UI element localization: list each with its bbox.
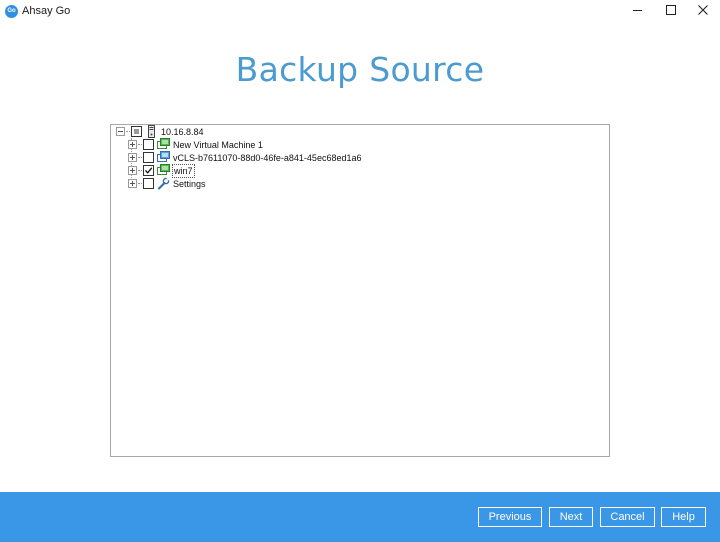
help-button[interactable]: Help [661, 507, 706, 527]
maximize-icon [666, 5, 676, 15]
page-title: Backup Source [235, 50, 485, 89]
expand-toggle[interactable] [128, 140, 137, 149]
previous-button[interactable]: Previous [478, 507, 542, 527]
settings-checkbox[interactable] [143, 178, 154, 189]
close-button[interactable] [686, 0, 720, 20]
footer-bar: Previous Next Cancel Help [0, 492, 720, 542]
server-icon [148, 125, 155, 138]
cancel-button[interactable]: Cancel [600, 507, 655, 527]
tree-node-root[interactable]: 10.16.8.84 [116, 125, 204, 138]
checkmark-icon [145, 167, 153, 174]
tree-node-vm[interactable]: win7 [128, 163, 195, 178]
tree-node-label: win7 [172, 163, 195, 178]
title-bar: Go Ahsay Go [0, 0, 720, 22]
maximize-button[interactable] [654, 0, 688, 20]
close-icon [698, 5, 708, 15]
vm-green-icon [157, 164, 170, 175]
wrench-icon [158, 177, 170, 190]
vm-checkbox[interactable] [143, 152, 154, 163]
app-title: Ahsay Go [22, 5, 71, 17]
tree-node-vm[interactable]: vCLS-b7611070-88d0-46fe-a841-45ec68ed1a6 [128, 151, 361, 164]
next-button[interactable]: Next [549, 507, 593, 527]
app-logo-icon: Go [5, 5, 18, 18]
minimize-button[interactable] [620, 0, 654, 20]
vm-checkbox[interactable] [143, 139, 154, 150]
minimize-icon [632, 9, 642, 11]
app-window: Go Ahsay Go Backup Source 10.16.8.84 New… [0, 0, 720, 542]
expand-toggle[interactable] [128, 179, 137, 188]
collapse-toggle[interactable] [116, 127, 125, 136]
vm-green-icon [157, 138, 170, 149]
tree-node-settings[interactable]: Settings [128, 177, 206, 190]
tree-node-label: 10.16.8.84 [161, 126, 204, 137]
vm-checkbox[interactable] [143, 165, 154, 176]
tree-node-label: Settings [173, 178, 206, 189]
vm-blue-icon [157, 151, 170, 162]
root-checkbox[interactable] [131, 126, 142, 137]
expand-toggle[interactable] [128, 153, 137, 162]
tree-node-vm[interactable]: New Virtual Machine 1 [128, 138, 263, 151]
expand-toggle[interactable] [128, 166, 137, 175]
backup-source-tree[interactable]: 10.16.8.84 New Virtual Machine 1 vCLS-b7… [110, 124, 610, 457]
tree-node-label: vCLS-b7611070-88d0-46fe-a841-45ec68ed1a6 [173, 152, 362, 163]
tree-node-label: New Virtual Machine 1 [173, 139, 263, 150]
